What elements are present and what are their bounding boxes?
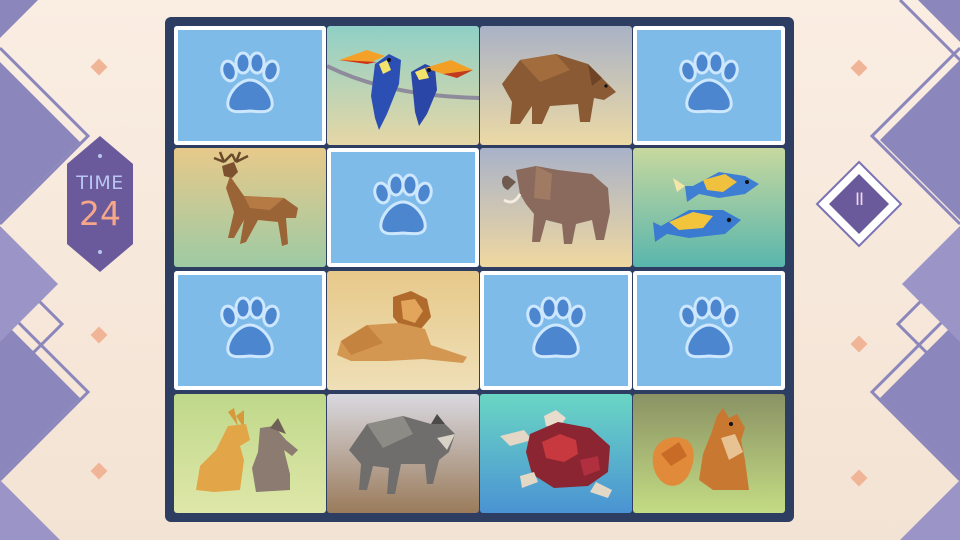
card-rabbits[interactable] <box>174 394 326 513</box>
card-face-down[interactable] <box>174 26 326 145</box>
lion-image <box>327 271 479 390</box>
rabbits-image <box>174 394 326 513</box>
wolf-image <box>327 394 479 513</box>
card-elephant[interactable] <box>480 148 632 267</box>
card-lion[interactable] <box>327 271 479 390</box>
game-board <box>165 17 794 522</box>
card-sea-turtle[interactable] <box>480 394 632 513</box>
timer-panel: TIME 24 <box>67 136 133 272</box>
card-toucan[interactable] <box>327 26 479 145</box>
pause-button[interactable]: II <box>815 160 903 248</box>
card-face-down[interactable] <box>633 26 785 145</box>
elephant-image <box>480 148 632 267</box>
timer-label: TIME <box>76 172 124 194</box>
card-face-down[interactable] <box>480 271 632 390</box>
fish-image <box>633 148 785 267</box>
paw-icon <box>373 173 433 236</box>
sea-turtle-image <box>480 394 632 513</box>
card-bear[interactable] <box>480 26 632 145</box>
toucan-image <box>327 26 479 145</box>
card-deer[interactable] <box>174 148 326 267</box>
card-fish[interactable] <box>633 148 785 267</box>
paw-icon <box>220 51 280 114</box>
squirrel-image <box>633 394 785 513</box>
paw-icon <box>679 296 739 359</box>
card-wolf[interactable] <box>327 394 479 513</box>
bear-image <box>480 26 632 145</box>
card-squirrel[interactable] <box>633 394 785 513</box>
card-face-down[interactable] <box>327 148 479 267</box>
timer-value: 24 <box>79 194 121 233</box>
card-face-down[interactable] <box>633 271 785 390</box>
deer-image <box>174 148 326 267</box>
paw-icon <box>679 51 739 114</box>
card-face-down[interactable] <box>174 271 326 390</box>
pause-glyph: II <box>854 190 864 210</box>
paw-icon <box>220 296 280 359</box>
paw-icon <box>526 296 586 359</box>
